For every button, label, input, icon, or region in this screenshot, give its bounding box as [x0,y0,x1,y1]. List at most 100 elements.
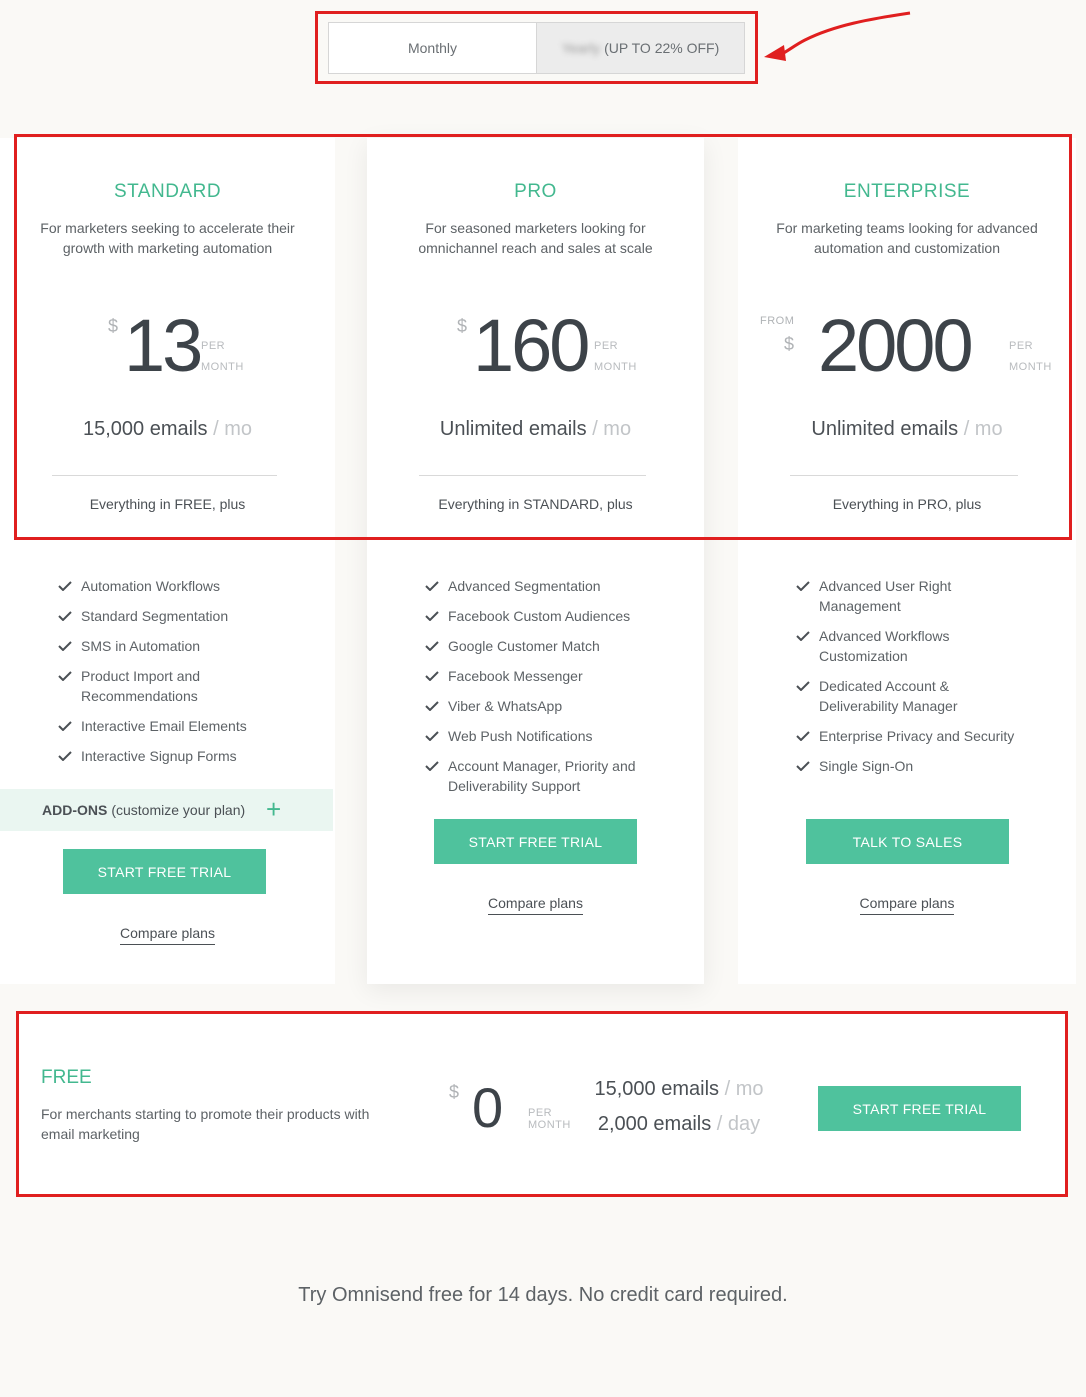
emails-unit: / mo [592,418,632,440]
plan-name: FREE [41,1067,92,1088]
feature-list: Advanced User Right Management Advanced … [796,576,1021,786]
feature-label: Advanced Segmentation [448,578,601,594]
emails-value: Unlimited emails [811,418,959,440]
month-label: MONTH [201,361,244,373]
addons-subtitle: (customize your plan) [111,802,246,818]
feature-label: Advanced Workflows Customization [819,628,950,664]
compare-plans-link[interactable]: Compare plans [120,925,215,945]
feature-label: Product Import and Recommendations [81,668,201,704]
feature-label: Facebook Messenger [448,668,583,684]
email-allowance: 15,000 emails / mo [0,418,335,441]
list-item: Web Push Notifications [425,726,684,746]
start-free-trial-button[interactable]: START FREE TRIAL [434,819,637,864]
feature-list: Advanced Segmentation Facebook Custom Au… [425,576,684,806]
currency-symbol: $ [108,316,119,336]
feature-label: Dedicated Account & Deliverability Manag… [819,678,958,714]
price-amount: 0 [472,1076,504,1139]
feature-label: Facebook Custom Audiences [448,608,631,624]
check-icon [58,671,72,681]
plan-description: For seasoned marketers looking for omnic… [418,220,653,256]
feature-list: Automation Workflows Standard Segmentati… [58,576,315,776]
emails-unit: / mo [213,418,252,440]
list-item: Standard Segmentation [58,606,315,626]
price-amount: 13 [124,304,203,387]
divider [419,475,646,476]
check-icon [425,761,439,771]
check-icon [425,731,439,741]
emails-value: 2,000 emails [597,1113,712,1135]
per-label: PER [1009,340,1034,352]
emails-unit: / mo [724,1078,764,1100]
addons-title: ADD-ONS [42,802,108,818]
list-item: Product Import and Recommendations [58,666,315,706]
check-icon [796,761,810,771]
check-icon [425,611,439,621]
currency-symbol: $ [457,316,468,336]
price-amount: 160 [473,304,590,387]
check-icon [425,701,439,711]
check-icon [796,731,810,741]
per-label: PER [528,1107,553,1119]
emails-unit: / day [716,1113,761,1135]
compare-plans-link[interactable]: Compare plans [488,895,583,915]
feature-label: Viber & WhatsApp [448,698,563,714]
feature-label: Interactive Signup Forms [81,748,237,764]
talk-to-sales-button[interactable]: TALK TO SALES [806,819,1009,864]
feature-label: Enterprise Privacy and Security [819,728,1015,744]
list-item: Interactive Email Elements [58,716,315,736]
list-item: Single Sign-On [796,756,1021,776]
plan-card-standard: STANDARD For marketers seeking to accele… [0,138,335,984]
check-icon [425,671,439,681]
daily-email-allowance: 2,000 emails / day [579,1113,779,1136]
feature-label: Account Manager, Priority and Deliverabi… [448,758,636,794]
divider [52,475,277,476]
list-item: Dedicated Account & Deliverability Manag… [796,676,1021,716]
monthly-option[interactable]: Monthly [329,23,536,73]
email-allowance: Unlimited emails / mo [738,418,1076,441]
check-icon [796,631,810,641]
per-label: PER [201,340,226,352]
compare-plans: Compare plans [367,895,704,915]
emails-unit: / mo [963,418,1003,440]
list-item: Advanced Workflows Customization [796,626,1021,666]
billing-toggle-highlight: Monthly Yearly (UP TO 22% OFF) [315,11,758,84]
list-item: Facebook Custom Audiences [425,606,684,626]
currency-symbol: $ [449,1082,460,1102]
check-icon [58,751,72,761]
emails-value: 15,000 emails [594,1078,720,1100]
start-free-trial-button[interactable]: START FREE TRIAL [818,1086,1021,1131]
list-item: Viber & WhatsApp [425,696,684,716]
check-icon [58,611,72,621]
currency-symbol: $ [784,334,795,354]
yearly-option[interactable]: Yearly (UP TO 22% OFF) [536,23,744,73]
plan-description: For merchants starting to promote their … [41,1106,370,1142]
list-item: Google Customer Match [425,636,684,656]
emails-value: 15,000 emails [83,418,208,440]
check-icon [796,681,810,691]
per-label: PER [594,340,619,352]
annotation-arrow-icon [764,11,911,61]
check-icon [796,581,810,591]
plan-card-free: FREE For merchants starting to promote t… [19,1014,1065,1194]
yearly-label: Yearly [561,40,601,56]
everything-included: Everything in PRO, plus [832,496,982,512]
plan-description: For marketers seeking to accelerate thei… [40,220,295,256]
plan-name: STANDARD [113,181,222,202]
check-icon [425,581,439,591]
list-item: Advanced Segmentation [425,576,684,596]
plan-name: ENTERPRISE [843,181,971,202]
compare-plans-link[interactable]: Compare plans [859,895,955,915]
month-label: MONTH [528,1119,571,1131]
addons-toggle[interactable]: ADD-ONS (customize your plan) + [0,789,333,831]
price-row: $ 13 PER MONTH [0,306,335,386]
price-row: $ 160 PER MONTH [367,306,704,386]
everything-included: Everything in FREE, plus [89,496,246,512]
list-item: Interactive Signup Forms [58,746,315,766]
start-free-trial-button[interactable]: START FREE TRIAL [63,849,266,894]
email-allowance: Unlimited emails / mo [367,418,704,441]
plan-card-enterprise: ENTERPRISE For marketing teams looking f… [738,138,1076,984]
plan-card-pro: PRO For seasoned marketers looking for o… [367,138,704,984]
feature-label: Google Customer Match [448,638,600,654]
check-icon [58,721,72,731]
plus-icon[interactable]: + [266,796,281,822]
